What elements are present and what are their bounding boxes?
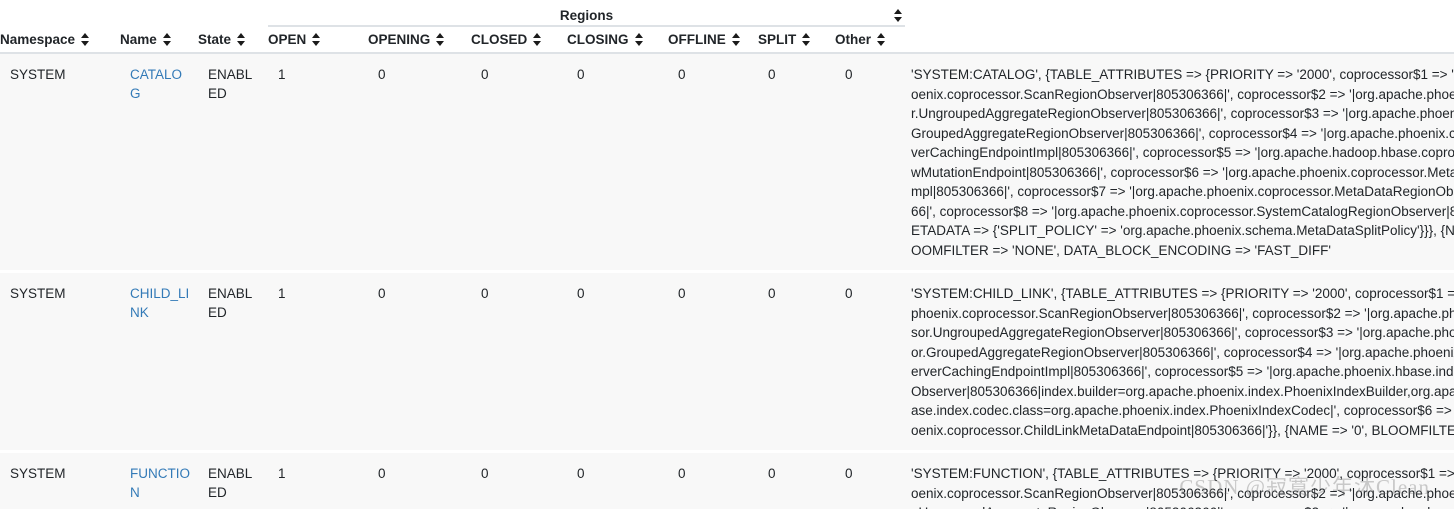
cell-closing: 0 xyxy=(567,271,668,453)
cell-split: 0 xyxy=(758,451,835,509)
cell-namespace: SYSTEM xyxy=(0,451,120,509)
column-header-closing-label: CLOSING xyxy=(567,32,629,47)
table-body: SYSTEM CATALOG ENABLED 1 0 0 0 0 0 0 'SY… xyxy=(0,53,1454,509)
column-header-opening[interactable]: OPENING xyxy=(368,26,471,54)
sort-icon-other[interactable] xyxy=(877,33,886,46)
cell-state: ENABLED xyxy=(198,271,268,453)
cell-open: 1 xyxy=(268,271,368,453)
cell-other: 0 xyxy=(835,271,905,453)
description-text: 'SYSTEM:FUNCTION', {TABLE_ATTRIBUTES => … xyxy=(911,466,1454,509)
cell-closed: 0 xyxy=(471,271,567,453)
table-name-link[interactable]: CHILD_LINK xyxy=(130,286,189,320)
cell-closing: 0 xyxy=(567,53,668,273)
table-name-link[interactable]: CATALOG xyxy=(130,67,182,101)
sort-icon-offline[interactable] xyxy=(731,33,741,46)
column-header-state[interactable]: State xyxy=(198,26,268,54)
cell-closing: 0 xyxy=(567,451,668,509)
column-header-closed[interactable]: CLOSED xyxy=(471,26,567,54)
sort-icon-closing[interactable] xyxy=(634,33,644,46)
table-row[interactable]: SYSTEM CHILD_LINK ENABLED 1 0 0 0 0 0 0 … xyxy=(0,271,1454,453)
header-group-row: Regions xyxy=(0,0,1454,27)
header-group-regions[interactable]: Regions xyxy=(268,0,905,27)
table-name-link[interactable]: FUNCTION xyxy=(130,466,190,500)
header-column-row: Namespace Name State OPEN OPENING CLOSED… xyxy=(0,26,1454,54)
cell-closed: 0 xyxy=(471,53,567,273)
sort-icon-state[interactable] xyxy=(237,33,246,46)
table-row[interactable]: SYSTEM CATALOG ENABLED 1 0 0 0 0 0 0 'SY… xyxy=(0,53,1454,273)
column-header-split-label: SPLIT xyxy=(758,32,797,47)
cell-namespace: SYSTEM xyxy=(0,53,120,273)
cell-closed: 0 xyxy=(471,451,567,509)
cell-name[interactable]: FUNCTION xyxy=(120,451,198,509)
cell-description: 'SYSTEM:CATALOG', {TABLE_ATTRIBUTES => {… xyxy=(905,53,1454,273)
cell-offline: 0 xyxy=(668,53,758,273)
description-text: 'SYSTEM:CHILD_LINK', {TABLE_ATTRIBUTES =… xyxy=(911,286,1454,438)
column-header-closed-label: CLOSED xyxy=(471,32,528,47)
cell-offline: 0 xyxy=(668,271,758,453)
tables-page: Regions Namespace Name State OPEN OPENIN… xyxy=(0,0,1454,509)
column-header-other-label: Other xyxy=(835,32,872,47)
sort-icon-namespace[interactable] xyxy=(81,33,90,46)
cell-opening: 0 xyxy=(368,271,471,453)
column-header-offline-label: OFFLINE xyxy=(668,32,726,47)
header-group-regions-label: Regions xyxy=(559,8,614,23)
column-header-description xyxy=(905,26,1454,54)
sort-icon-name[interactable] xyxy=(162,33,172,46)
header-group-blank-right xyxy=(905,0,1454,26)
cell-state: ENABLED xyxy=(198,53,268,273)
cell-opening: 0 xyxy=(368,451,471,509)
column-header-namespace[interactable]: Namespace xyxy=(0,26,120,54)
tables-table: Regions Namespace Name State OPEN OPENIN… xyxy=(0,0,1454,509)
column-header-opening-label: OPENING xyxy=(368,32,431,47)
column-header-open-label: OPEN xyxy=(268,32,307,47)
cell-split: 0 xyxy=(758,53,835,273)
cell-other: 0 xyxy=(835,451,905,509)
cell-description: 'SYSTEM:CHILD_LINK', {TABLE_ATTRIBUTES =… xyxy=(905,271,1454,453)
cell-open: 1 xyxy=(268,53,368,273)
column-header-closing[interactable]: CLOSING xyxy=(567,26,668,54)
cell-name[interactable]: CHILD_LINK xyxy=(120,271,198,453)
cell-description: 'SYSTEM:FUNCTION', {TABLE_ATTRIBUTES => … xyxy=(905,451,1454,509)
sort-icon-open[interactable] xyxy=(312,33,321,46)
header-group-blank-left xyxy=(0,0,268,26)
cell-other: 0 xyxy=(835,53,905,273)
table-row[interactable]: SYSTEM FUNCTION ENABLED 1 0 0 0 0 0 0 'S… xyxy=(0,451,1454,509)
table-header: Regions Namespace Name State OPEN OPENIN… xyxy=(0,0,1454,54)
column-header-name[interactable]: Name xyxy=(120,26,198,54)
cell-offline: 0 xyxy=(668,451,758,509)
sort-icon-regions[interactable] xyxy=(894,9,903,22)
column-header-state-label: State xyxy=(198,32,232,47)
column-header-namespace-label: Namespace xyxy=(0,32,76,47)
description-text: 'SYSTEM:CATALOG', {TABLE_ATTRIBUTES => {… xyxy=(911,67,1454,258)
sort-icon-split[interactable] xyxy=(802,33,811,46)
column-header-open[interactable]: OPEN xyxy=(268,26,368,54)
cell-open: 1 xyxy=(268,451,368,509)
column-header-offline[interactable]: OFFLINE xyxy=(668,26,758,54)
sort-icon-closed[interactable] xyxy=(533,33,542,46)
cell-name[interactable]: CATALOG xyxy=(120,53,198,273)
cell-namespace: SYSTEM xyxy=(0,271,120,453)
sort-icon-opening[interactable] xyxy=(436,33,445,46)
cell-split: 0 xyxy=(758,271,835,453)
column-header-split[interactable]: SPLIT xyxy=(758,26,835,54)
cell-state: ENABLED xyxy=(198,451,268,509)
column-header-name-label: Name xyxy=(120,32,157,47)
column-header-other[interactable]: Other xyxy=(835,26,905,54)
cell-opening: 0 xyxy=(368,53,471,273)
